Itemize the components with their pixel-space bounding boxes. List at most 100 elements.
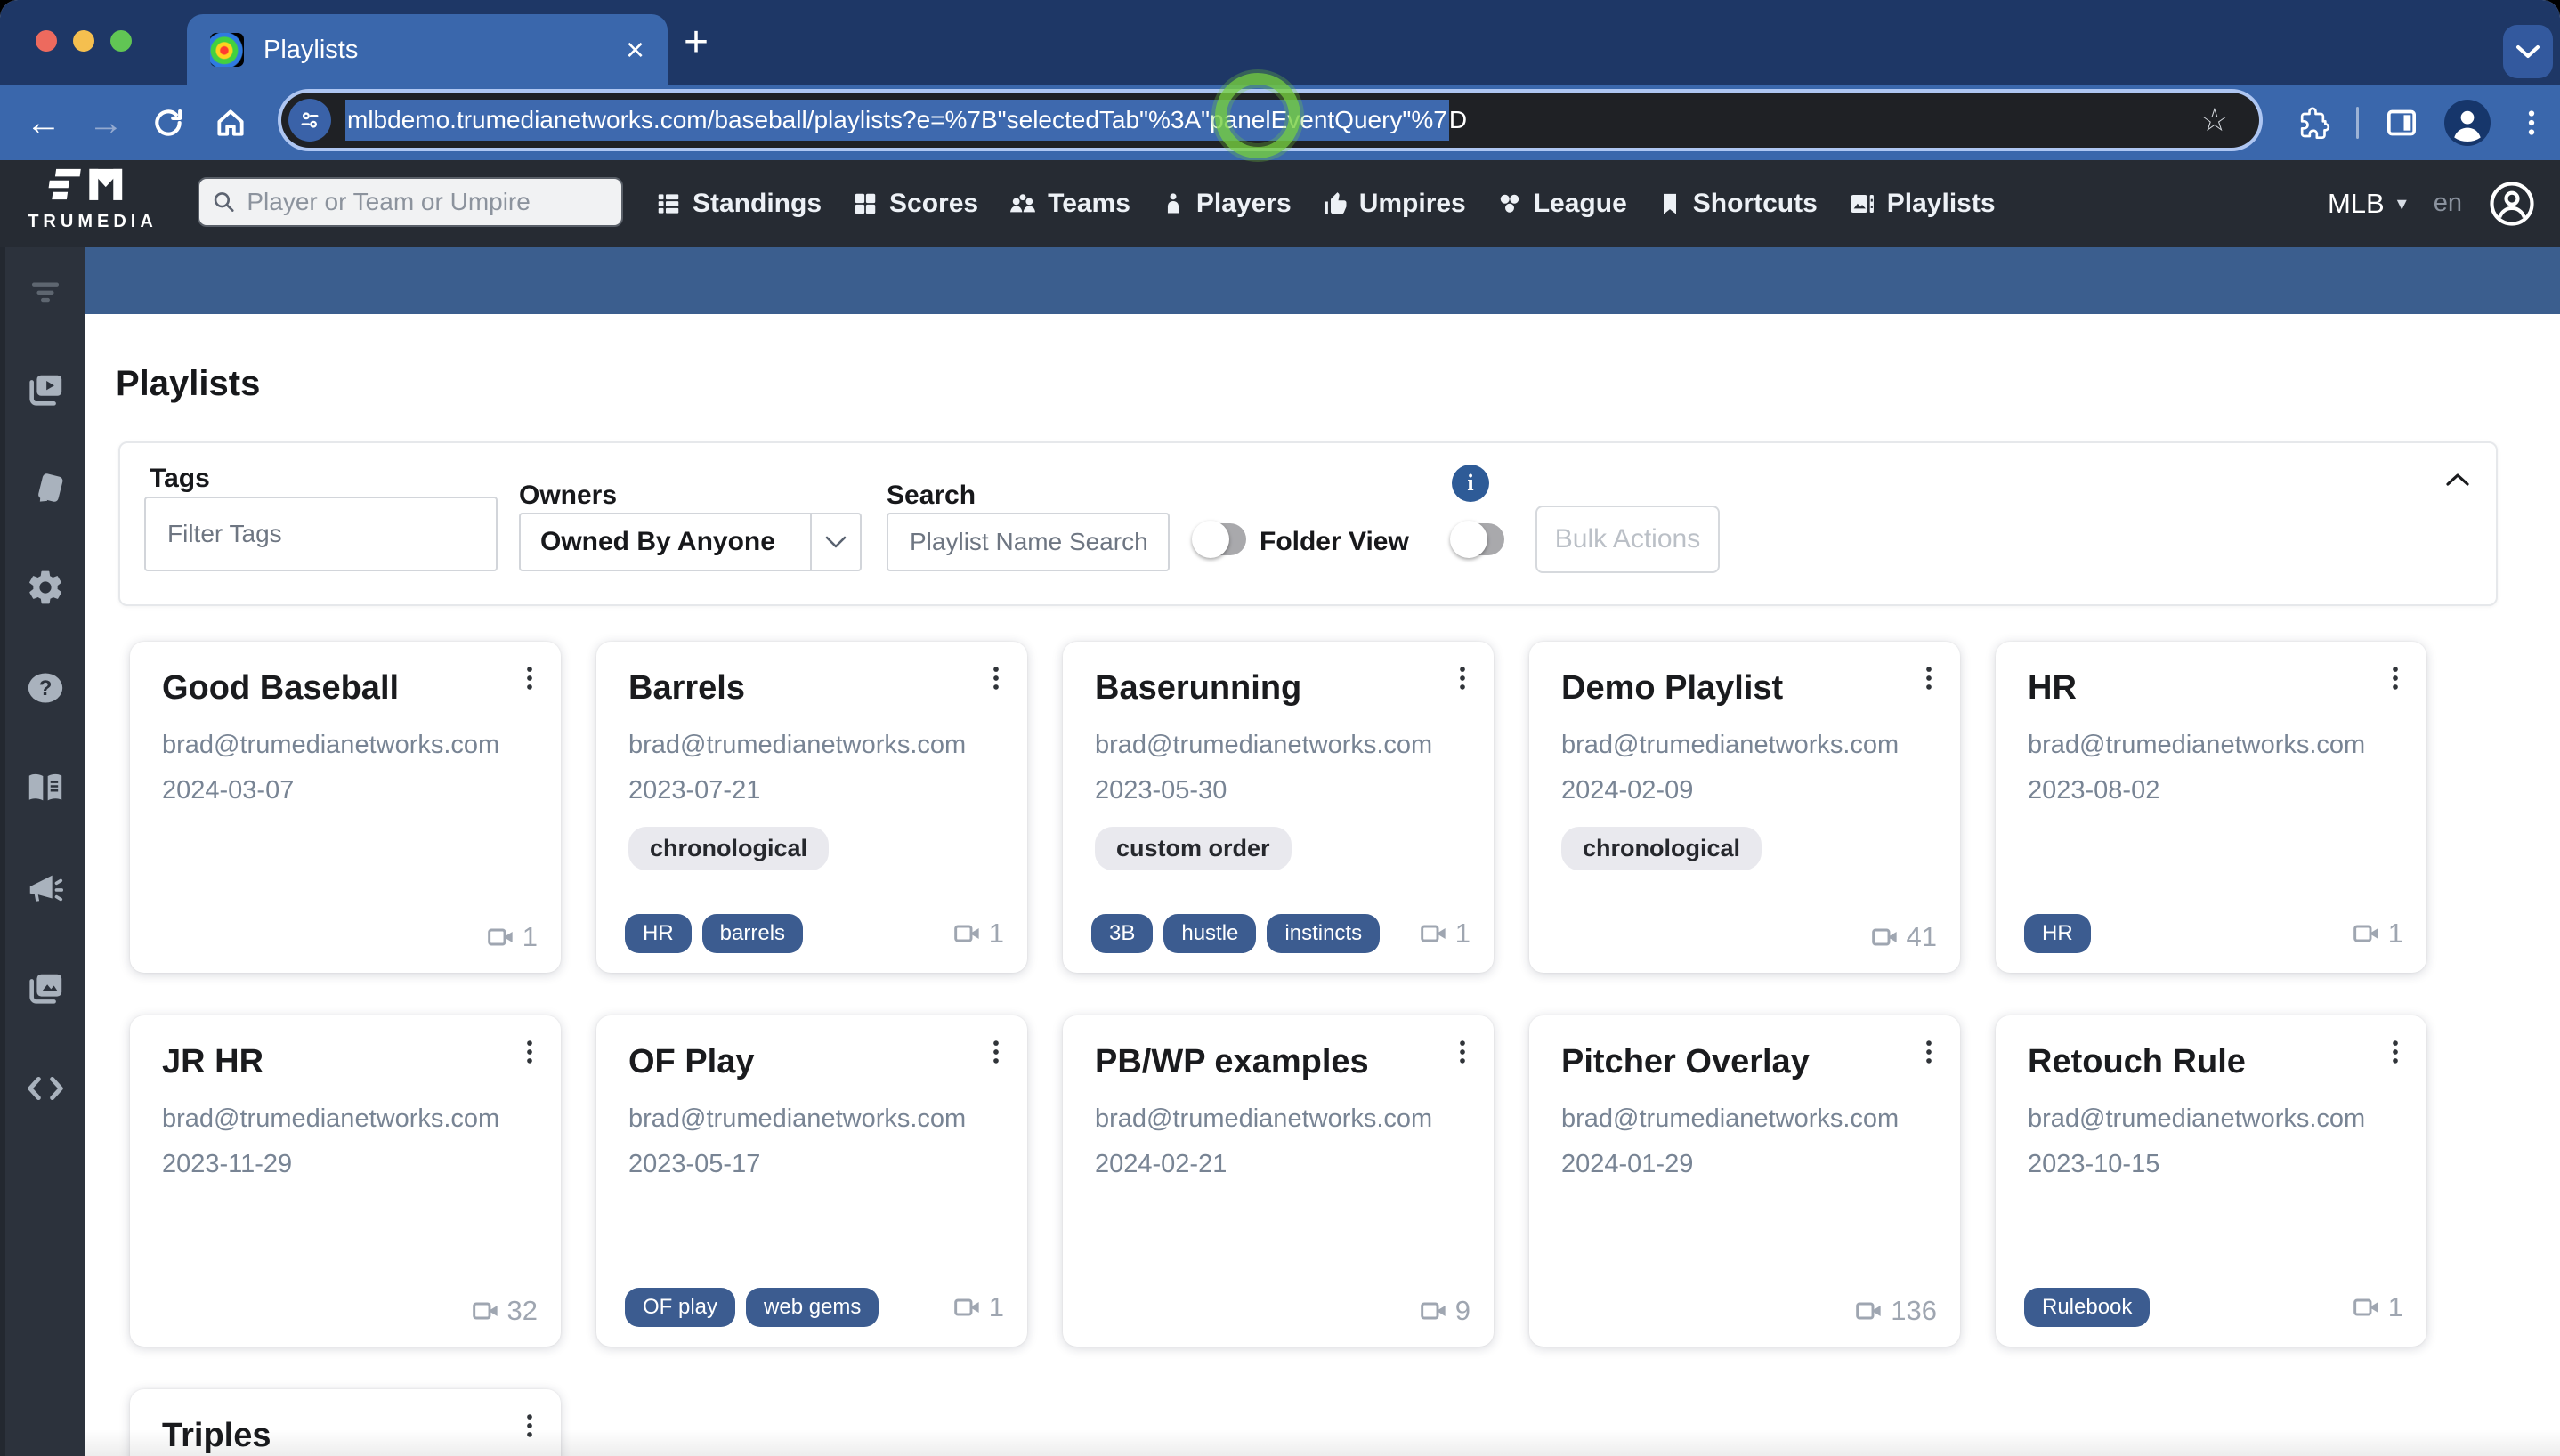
nav-item-standings[interactable]: Standings: [655, 189, 822, 219]
card-footer: 136: [1558, 1295, 1937, 1327]
image-gallery-icon: [29, 974, 62, 1004]
tag-pill[interactable]: instincts: [1267, 914, 1381, 953]
page-title: Playlists: [116, 364, 261, 403]
card-menu-button[interactable]: [1914, 1037, 1944, 1072]
playlist-card[interactable]: Demo Playlist brad@trumedianetworks.com …: [1529, 642, 1960, 973]
tag-pill[interactable]: web gems: [746, 1288, 879, 1327]
tab-close-icon[interactable]: ×: [626, 34, 644, 66]
sidebar-embed-code-button[interactable]: [5, 1068, 85, 1109]
tag-list: HR: [2024, 914, 2091, 953]
sidebar-filter-button[interactable]: [5, 271, 85, 311]
window-close-button[interactable]: [36, 30, 57, 52]
playlist-card[interactable]: Pitcher Overlay brad@trumedianetworks.co…: [1529, 1015, 1960, 1347]
global-search-input[interactable]: [247, 188, 609, 216]
tag-pill[interactable]: 3B: [1091, 914, 1154, 953]
card-menu-button[interactable]: [1447, 663, 1478, 698]
bulk-actions-button[interactable]: Bulk Actions: [1535, 506, 1720, 573]
owners-select[interactable]: Owned By Anyone: [519, 513, 862, 571]
filter-panel: Tags Owners Owned By Anyone Search Folde…: [118, 441, 2498, 606]
playlist-card[interactable]: OF Play brad@trumedianetworks.com 2023-0…: [596, 1015, 1027, 1347]
nav-item-scores[interactable]: Scores: [852, 189, 978, 219]
forward-button[interactable]: →: [78, 85, 134, 160]
card-menu-button[interactable]: [981, 1037, 1011, 1072]
side-panel-icon[interactable]: [2384, 105, 2419, 141]
tag-pill[interactable]: HR: [2024, 914, 2091, 953]
video-count: 1: [1420, 918, 1470, 950]
card-menu-button[interactable]: [514, 1037, 545, 1072]
video-camera-icon: [1420, 925, 1446, 942]
kebab-menu-icon: [2393, 667, 2398, 690]
window-zoom-button[interactable]: [110, 30, 132, 52]
video-count-value: 136: [1891, 1295, 1937, 1326]
info-icon[interactable]: i: [1452, 465, 1489, 502]
nav-item-players[interactable]: Players: [1161, 189, 1292, 219]
tag-pill[interactable]: Rulebook: [2024, 1288, 2151, 1327]
window-minimize-button[interactable]: [73, 30, 94, 52]
card-menu-button[interactable]: [1447, 1037, 1478, 1072]
playlist-card[interactable]: Retouch Rule brad@trumedianetworks.com 2…: [1996, 1015, 2426, 1347]
playlist-card[interactable]: Good Baseball brad@trumedianetworks.com …: [130, 642, 561, 973]
league-selector[interactable]: MLB ▾: [2328, 188, 2407, 220]
card-footer: HR barrels 1: [625, 914, 1004, 953]
sidebar-help-button[interactable]: ?: [5, 667, 85, 708]
tag-pill[interactable]: hustle: [1163, 914, 1257, 953]
sidebar-glossary-button[interactable]: [5, 767, 85, 808]
tag-pill[interactable]: OF play: [625, 1288, 736, 1327]
video-count-value: 9: [1454, 1295, 1470, 1326]
playlist-card[interactable]: PB/WP examples brad@trumedianetworks.com…: [1063, 1015, 1494, 1347]
sidebar-tags-button[interactable]: [5, 468, 85, 509]
card-menu-button[interactable]: [981, 663, 1011, 698]
locale-selector[interactable]: en: [2434, 189, 2462, 218]
card-menu-button[interactable]: [1914, 663, 1944, 698]
bulk-select-toggle[interactable]: [1450, 521, 1504, 558]
profile-avatar[interactable]: [2444, 100, 2491, 146]
card-menu-button[interactable]: [2380, 1037, 2410, 1072]
tab-search-button[interactable]: [2503, 25, 2553, 78]
tags-filter-input[interactable]: [144, 497, 498, 571]
playlist-title: OF Play: [628, 1043, 755, 1080]
video-library-icon: [29, 375, 62, 406]
playlist-date: 2024-02-21: [1095, 1150, 1227, 1178]
browser-menu-icon[interactable]: [2515, 107, 2548, 139]
players-icon: [1167, 192, 1179, 213]
folder-view-toggle[interactable]: [1192, 521, 1246, 558]
nav-item-shortcuts[interactable]: Shortcuts: [1657, 189, 1818, 219]
card-menu-button[interactable]: [2380, 663, 2410, 698]
new-tab-button[interactable]: +: [684, 21, 709, 64]
extensions-icon[interactable]: [2296, 105, 2331, 141]
sidebar-settings-button[interactable]: [5, 568, 85, 607]
playlist-title: Triples: [162, 1417, 271, 1454]
trumedia-logo[interactable]: TRUMEDIA: [21, 167, 164, 232]
playlist-search-input[interactable]: [887, 513, 1170, 571]
account-icon[interactable]: [2489, 181, 2535, 227]
video-camera-icon: [1420, 1302, 1446, 1320]
tag-pill[interactable]: HR: [625, 914, 692, 953]
bookmark-star-icon[interactable]: ☆: [2200, 101, 2229, 139]
collapse-panel-button[interactable]: [2444, 472, 2471, 492]
sidebar-video-playlists-button[interactable]: [5, 369, 85, 410]
playlist-owner: brad@trumedianetworks.com: [162, 1104, 500, 1133]
sidebar-announcements-button[interactable]: [5, 869, 85, 910]
window-controls: [36, 30, 132, 52]
card-menu-button[interactable]: [514, 1411, 545, 1445]
playlist-card[interactable]: Triples brad@trumedianetworks.com: [130, 1389, 561, 1456]
video-count: 1: [2353, 918, 2403, 950]
reload-button[interactable]: [141, 85, 196, 160]
playlist-date: 2023-05-17: [628, 1150, 761, 1178]
playlist-card[interactable]: HR brad@trumedianetworks.com 2023-08-02 …: [1996, 642, 2426, 973]
nav-item-teams[interactable]: Teams: [1009, 189, 1130, 219]
global-search-box[interactable]: [198, 177, 623, 227]
nav-item-league[interactable]: League: [1496, 189, 1627, 219]
tag-pill[interactable]: barrels: [701, 914, 804, 953]
nav-item-playlists[interactable]: Playlists: [1848, 189, 1996, 219]
site-settings-icon[interactable]: [288, 99, 331, 142]
playlist-card[interactable]: Barrels brad@trumedianetworks.com 2023-0…: [596, 642, 1027, 973]
home-button[interactable]: [203, 85, 258, 160]
browser-tab[interactable]: Playlists ×: [187, 14, 668, 85]
playlist-card[interactable]: Baserunning brad@trumedianetworks.com 20…: [1063, 642, 1494, 973]
sidebar-media-gallery-button[interactable]: [5, 968, 85, 1009]
nav-item-umpires[interactable]: Umpires: [1322, 189, 1466, 219]
card-menu-button[interactable]: [514, 663, 545, 698]
back-button[interactable]: ←: [16, 85, 71, 160]
playlist-card[interactable]: JR HR brad@trumedianetworks.com 2023-11-…: [130, 1015, 561, 1347]
